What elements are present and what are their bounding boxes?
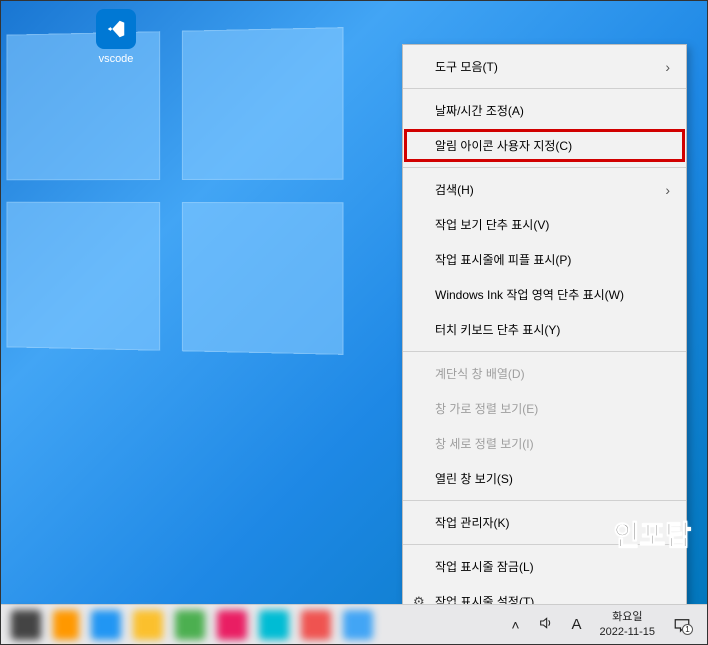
menu-item-show-task-view-button[interactable]: 작업 보기 단추 표시(V) — [403, 207, 686, 242]
menu-item-search[interactable]: 검색(H) › — [403, 172, 686, 207]
menu-item-show-windows-stacked: 창 가로 정렬 보기(E) — [403, 391, 686, 426]
desktop-icon-label: vscode — [99, 53, 134, 65]
tray-clock[interactable]: 화요일 2022-11-15 — [592, 605, 663, 644]
menu-item-customize-notification-icons[interactable]: 알림 아이콘 사용자 지정(C) — [403, 128, 686, 163]
taskbar-pinned-apps-blurred — [1, 605, 503, 644]
menu-item-cascade-windows: 계단식 창 배열(D) — [403, 356, 686, 391]
tray-overflow-button[interactable]: ˄ — [503, 605, 527, 644]
clock-day: 화요일 — [600, 610, 655, 624]
menu-item-show-windows-ink-workspace[interactable]: Windows Ink 작업 영역 단추 표시(W) — [403, 277, 686, 312]
clock-date: 2022-11-15 — [600, 625, 655, 639]
tray-action-center-button[interactable]: 1 — [665, 605, 699, 644]
menu-item-show-open-windows[interactable]: 열린 창 보기(S) — [403, 461, 686, 496]
menu-separator — [403, 351, 686, 352]
menu-item-adjust-datetime[interactable]: 날짜/시간 조정(A) — [403, 93, 686, 128]
taskbar[interactable]: ˄ A 화요일 2022-11-15 1 — [1, 604, 707, 644]
chevron-right-icon: › — [665, 59, 670, 75]
menu-item-toolbars[interactable]: 도구 모음(T) › — [403, 49, 686, 84]
menu-separator — [403, 88, 686, 89]
chevron-up-icon: ˄ — [511, 617, 519, 633]
desktop[interactable]: vscode 도구 모음(T) › 날짜/시간 조정(A) 알림 아이콘 사용자… — [1, 1, 707, 604]
menu-item-show-touch-keyboard-button[interactable]: 터치 키보드 단추 표시(Y) — [403, 312, 686, 347]
tray-volume-button[interactable] — [530, 605, 562, 644]
menu-separator — [403, 500, 686, 501]
menu-item-show-windows-side-by-side: 창 세로 정렬 보기(I) — [403, 426, 686, 461]
ime-mode-indicator: A — [572, 616, 582, 633]
vscode-icon — [96, 9, 136, 49]
notification-icon: 1 — [673, 617, 691, 633]
system-tray: ˄ A 화요일 2022-11-15 1 — [503, 605, 707, 644]
desktop-icon-vscode[interactable]: vscode — [81, 9, 151, 65]
speaker-icon — [538, 615, 554, 634]
menu-item-show-people-on-taskbar[interactable]: 작업 표시줄에 피플 표시(P) — [403, 242, 686, 277]
menu-item-lock-taskbar[interactable]: 작업 표시줄 잠금(L) — [403, 549, 686, 584]
menu-item-task-manager[interactable]: 작업 관리자(K) — [403, 505, 686, 540]
menu-separator — [403, 167, 686, 168]
wallpaper-windows-logo — [7, 27, 344, 355]
taskbar-context-menu: 도구 모음(T) › 날짜/시간 조정(A) 알림 아이콘 사용자 지정(C) … — [402, 44, 687, 624]
tray-ime-button[interactable]: A — [564, 605, 590, 644]
notification-badge: 1 — [682, 624, 693, 635]
chevron-right-icon: › — [665, 182, 670, 198]
menu-separator — [403, 544, 686, 545]
